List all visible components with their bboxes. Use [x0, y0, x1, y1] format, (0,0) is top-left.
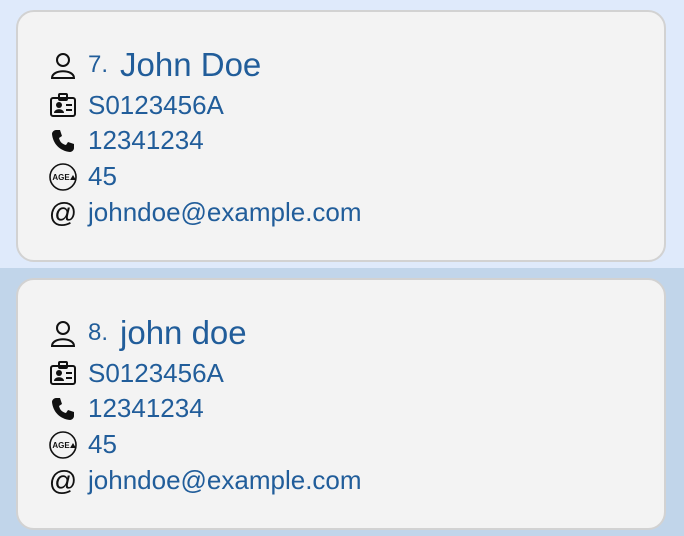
phone-icon	[48, 394, 78, 424]
person-name: john doe	[120, 314, 247, 351]
person-list-row[interactable]: 8. john doe S0123456A 12341234 AGE 45 @ …	[0, 268, 684, 536]
nric-value: S0123456A	[88, 90, 224, 120]
email-line: @ johndoe@example.com	[48, 465, 362, 496]
age-value: 45	[88, 161, 117, 191]
age-value: 45	[88, 429, 117, 459]
name-line: 7. John Doe	[48, 46, 261, 84]
age-line: AGE 45	[48, 161, 117, 192]
nric-line: S0123456A	[48, 358, 224, 389]
svg-text:AGE: AGE	[52, 173, 70, 182]
phone-icon	[48, 126, 78, 156]
svg-text:AGE: AGE	[52, 441, 70, 450]
age-icon: AGE	[48, 430, 78, 460]
person-name: John Doe	[120, 46, 262, 83]
phone-line: 12341234	[48, 125, 204, 156]
person-card[interactable]: 7. John Doe S0123456A 12341234 AGE 45 @ …	[16, 10, 666, 262]
name-line: 8. john doe	[48, 314, 247, 352]
person-card[interactable]: 8. john doe S0123456A 12341234 AGE 45 @ …	[16, 278, 666, 530]
person-index: 7.	[88, 51, 109, 78]
phone-value: 12341234	[88, 393, 204, 423]
phone-line: 12341234	[48, 393, 204, 424]
nric-line: S0123456A	[48, 90, 224, 121]
age-line: AGE 45	[48, 429, 117, 460]
id-card-icon	[48, 91, 78, 121]
email-value: johndoe@example.com	[88, 465, 362, 495]
person-list-row[interactable]: 7. John Doe S0123456A 12341234 AGE 45 @ …	[0, 0, 684, 268]
person-icon	[48, 50, 78, 80]
id-card-icon	[48, 359, 78, 389]
nric-value: S0123456A	[88, 358, 224, 388]
person-index: 8.	[88, 319, 109, 346]
email-line: @ johndoe@example.com	[48, 197, 362, 228]
at-icon: @	[48, 196, 78, 228]
phone-value: 12341234	[88, 125, 204, 155]
person-icon	[48, 318, 78, 348]
at-icon: @	[48, 464, 78, 496]
email-value: johndoe@example.com	[88, 197, 362, 227]
age-icon: AGE	[48, 162, 78, 192]
